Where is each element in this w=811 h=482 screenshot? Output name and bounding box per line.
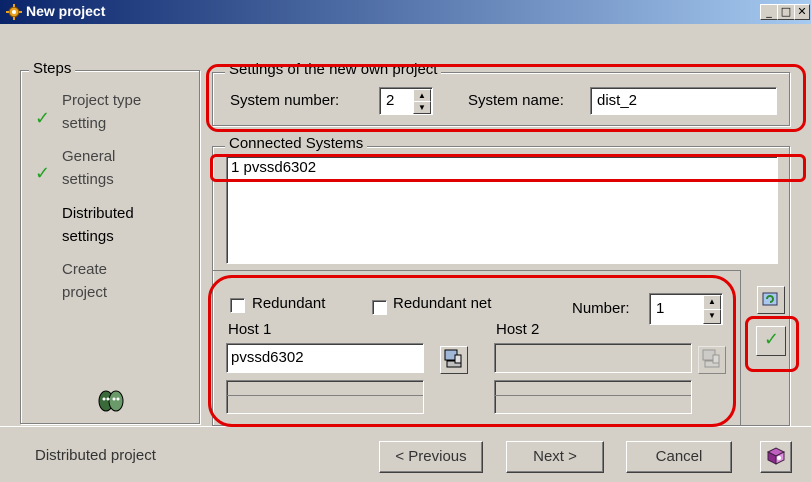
redundant-label: Redundant [252,295,326,312]
host1-browse-button[interactable] [440,346,468,374]
system-name-field[interactable]: dist_2 [590,87,777,115]
connected-systems-list[interactable]: 1 pvssd6302 [226,156,778,264]
refresh-button[interactable] [757,286,785,314]
window-title: New project [26,3,106,19]
number-label: Number: [572,300,630,317]
step-3-line2: settings [62,228,114,245]
system-name-value: dist_2 [597,92,638,109]
spin-down-icon[interactable]: ▼ [413,101,431,114]
next-button[interactable]: Next > [506,441,604,473]
host2-field[interactable] [494,343,692,373]
help-book-icon [766,447,786,465]
own-project-title: Settings of the new own project [225,61,442,78]
connected-systems-title: Connected Systems [225,135,368,152]
step-2-check-icon: ✓ [35,163,51,184]
step-2-line1: General [62,148,116,165]
footer-status: Distributed project [35,447,156,464]
step-1-line1: Project type [62,92,142,109]
spin-up-icon[interactable]: ▲ [703,295,721,310]
system-name-label: System name: [468,92,564,109]
cancel-button[interactable]: Cancel [626,441,732,473]
previous-button[interactable]: < Previous [379,441,483,473]
apply-button[interactable]: ✓ [756,326,786,356]
check-icon: ✓ [764,329,780,350]
redundant-net-checkbox[interactable] [372,300,387,315]
redundant-checkbox[interactable] [230,298,245,313]
system-number-label: System number: [230,92,340,109]
host2-browse-button[interactable] [698,346,726,374]
maximize-button[interactable]: □ [777,4,795,20]
computer-icon [444,349,462,368]
number-stepper[interactable]: 1 ▲ ▼ [649,293,723,325]
minimize-button[interactable]: _ [760,4,778,20]
step-2-line2: settings [62,171,114,188]
close-button[interactable]: ✕ [794,4,810,20]
step-1-check-icon: ✓ [35,108,51,129]
system-number-value: 2 [386,92,395,109]
host2-label: Host 2 [496,321,540,338]
host1-extra-field [226,380,424,414]
steps-title: Steps [29,60,76,77]
step-4-line2: project [62,284,108,301]
host1-field[interactable]: pvssd6302 [226,343,424,373]
computer-icon [702,349,720,368]
redundant-net-label: Redundant net [393,295,492,312]
host2-extra-field [494,380,692,414]
footer-divider [0,426,811,427]
host1-value: pvssd6302 [231,349,304,366]
list-item[interactable]: 1 pvssd6302 [231,159,316,176]
step-1-line2: setting [62,115,107,132]
host1-label: Host 1 [228,321,272,338]
people-icon [98,390,124,412]
help-button[interactable] [760,441,792,473]
number-value: 1 [656,300,665,317]
gear-icon [6,4,22,20]
spin-down-icon[interactable]: ▼ [703,309,721,324]
step-4-line1: Create [62,261,108,278]
step-3-line1: Distributed [62,205,134,222]
title-bar[interactable]: New project _ □ ✕ [0,0,811,24]
system-number-stepper[interactable]: 2 ▲ ▼ [379,87,433,115]
refresh-icon [762,292,778,306]
